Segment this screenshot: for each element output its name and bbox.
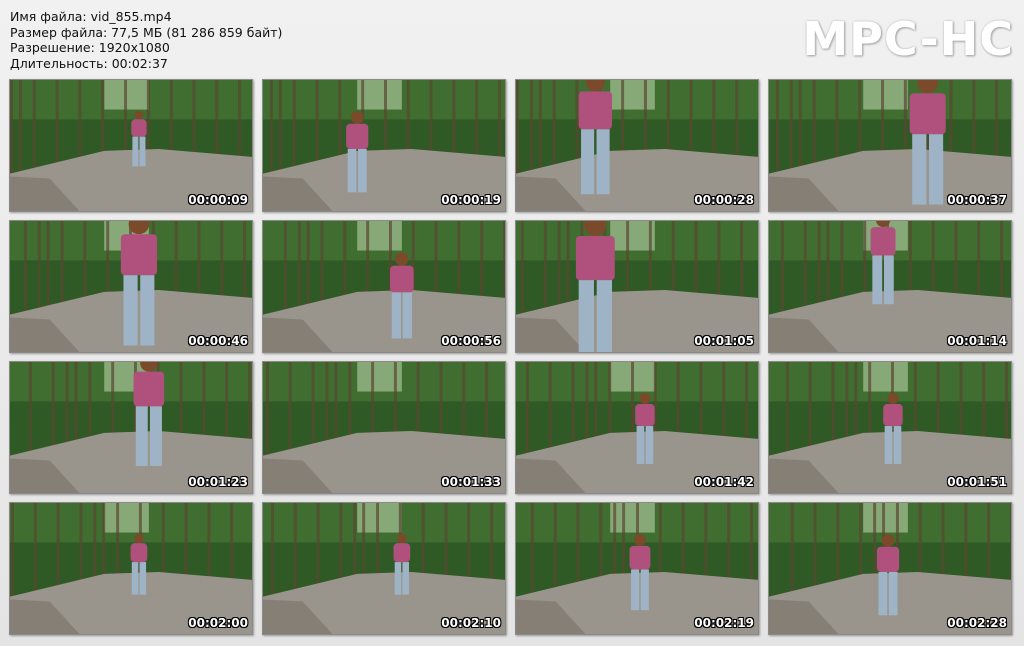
thumbnail-5[interactable]: 00:00:46	[9, 220, 253, 353]
thumbnail-grid: 00:00:09 00:00:19 00:00:28 00:00:37 00:0…	[9, 79, 1012, 635]
thumbnail-image	[263, 80, 505, 211]
thumbnail-timestamp: 00:02:19	[694, 616, 754, 630]
thumbnail-timestamp: 00:01:51	[947, 475, 1007, 489]
thumbnail-image	[10, 503, 252, 634]
thumbnail-image	[263, 221, 505, 352]
thumbnail-4[interactable]: 00:00:37	[768, 79, 1012, 212]
thumbnail-9[interactable]: 00:01:23	[9, 361, 253, 494]
thumbnail-timestamp: 00:00:19	[441, 193, 501, 207]
thumbnail-timestamp: 00:00:28	[694, 193, 754, 207]
file-info: Имя файла: vid_855.mp4 Размер файла: 77,…	[10, 9, 282, 71]
file-resolution: Разрешение: 1920x1080	[10, 40, 170, 55]
thumbnail-6[interactable]: 00:00:56	[262, 220, 506, 353]
thumbnail-image	[769, 221, 1011, 352]
thumbnail-timestamp: 00:00:37	[947, 193, 1007, 207]
thumbnail-timestamp: 00:00:09	[188, 193, 248, 207]
thumbnail-7[interactable]: 00:01:05	[515, 220, 759, 353]
thumbnail-image	[516, 503, 758, 634]
file-size: Размер файла: 77,5 МБ (81 286 859 байт)	[10, 24, 283, 40]
thumbnail-image	[10, 362, 252, 493]
thumbnail-14[interactable]: 00:02:10	[262, 502, 506, 635]
thumbnail-11[interactable]: 00:01:42	[515, 361, 759, 494]
thumbnail-timestamp: 00:01:14	[947, 334, 1007, 348]
thumbnail-timestamp: 00:02:28	[947, 616, 1007, 630]
thumbnail-3[interactable]: 00:00:28	[515, 79, 759, 212]
thumbnail-13[interactable]: 00:02:00	[9, 502, 253, 635]
thumbnail-timestamp: 00:02:00	[188, 616, 248, 630]
mpc-hc-logo: MPC-HC	[802, 12, 1014, 66]
thumbnail-image	[516, 80, 758, 211]
thumbnail-image	[263, 362, 505, 493]
thumbnail-timestamp: 00:01:05	[694, 334, 754, 348]
thumbnail-timestamp: 00:01:42	[694, 475, 754, 489]
thumbnail-timestamp: 00:01:33	[441, 475, 501, 489]
file-duration: Длительность: 00:02:37	[10, 55, 168, 71]
thumbnail-1[interactable]: 00:00:09	[9, 79, 253, 212]
thumbnail-8[interactable]: 00:01:14	[768, 220, 1012, 353]
thumbnail-image	[769, 80, 1011, 211]
file-name: Имя файла: vid_855.mp4	[10, 9, 172, 24]
thumbnail-timestamp: 00:02:10	[441, 616, 501, 630]
thumbnail-image	[769, 362, 1011, 493]
thumbnail-12[interactable]: 00:01:51	[768, 361, 1012, 494]
thumbnail-16[interactable]: 00:02:28	[768, 502, 1012, 635]
thumbnail-2[interactable]: 00:00:19	[262, 79, 506, 212]
thumbnail-10[interactable]: 00:01:33	[262, 361, 506, 494]
thumbnail-timestamp: 00:00:46	[188, 334, 248, 348]
thumbnail-image	[516, 362, 758, 493]
thumbnail-image	[516, 221, 758, 352]
thumbnail-image	[10, 221, 252, 352]
thumbnail-timestamp: 00:01:23	[188, 475, 248, 489]
thumbnail-image	[10, 80, 252, 211]
thumbnail-image	[769, 503, 1011, 634]
thumbnail-timestamp: 00:00:56	[441, 334, 501, 348]
thumbnail-15[interactable]: 00:02:19	[515, 502, 759, 635]
thumbnail-image	[263, 503, 505, 634]
